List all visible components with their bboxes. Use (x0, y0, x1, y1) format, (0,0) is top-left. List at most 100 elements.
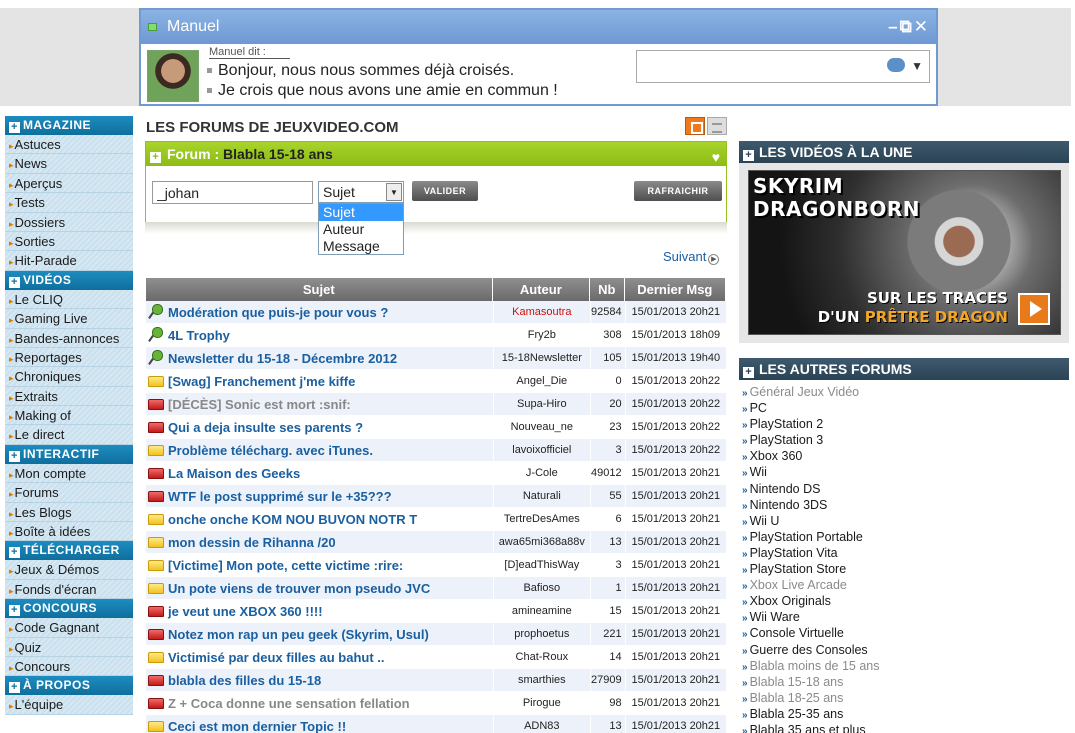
select-option[interactable]: Message (319, 238, 403, 255)
forum-link[interactable]: » Guerre des Consoles (742, 642, 1068, 658)
table-row[interactable]: mon dessin de Rihanna /20 awa65mi368a88v 1… (146, 531, 726, 554)
topic-subject-cell[interactable]: [DÉCÈS] Sonic est mort :snif: (146, 393, 493, 416)
column-header-subject[interactable]: Sujet (146, 278, 493, 301)
topic-subject[interactable]: Newsletter du 15-18 - Décembre 2012 (168, 351, 397, 366)
forum-link[interactable]: » PlayStation 3 (742, 432, 1068, 448)
table-row[interactable]: La Maison des Geeks J-Cole 49012 15/01/2013… (146, 462, 726, 485)
forum-link[interactable]: » Blabla moins de 15 ans (742, 658, 1068, 674)
topic-author[interactable]: Bafioso (492, 577, 591, 600)
forum-link[interactable]: » Blabla 18-25 ans (742, 690, 1068, 706)
topic-author[interactable]: Angel_Die (492, 370, 591, 393)
column-header-nb[interactable]: Nb (590, 278, 625, 301)
forum-link[interactable]: » Nintendo DS (742, 481, 1068, 497)
featured-video[interactable]: SKYRIM DRAGONBORN SUR LES TRACES D'UN PRÊT… (748, 170, 1061, 335)
heart-icon[interactable]: ♥ (712, 145, 720, 169)
forum-link[interactable]: » Xbox 360 (742, 448, 1068, 464)
topic-subject[interactable]: 4L Trophy (168, 328, 230, 343)
topic-subject-cell[interactable]: mon dessin de Rihanna /20 (146, 531, 493, 554)
table-row[interactable]: je veut une XBOX 360 !!!! amineamine 15 15/… (146, 600, 726, 623)
sidebar-item[interactable]: ▸Concours (5, 656, 133, 677)
play-icon[interactable] (1018, 293, 1050, 325)
table-row[interactable]: 4L Trophy Fry2b 308 15/01/2013 18h09 (146, 324, 726, 347)
topic-subject-cell[interactable]: Newsletter du 15-18 - Décembre 2012 (146, 347, 493, 370)
forum-link[interactable]: » Blabla 25-35 ans (742, 706, 1068, 722)
topic-subject[interactable]: [DÉCÈS] Sonic est mort :snif: (168, 397, 351, 412)
sidebar-section-header[interactable]: + CONCOURS (5, 599, 133, 619)
topic-subject-cell[interactable]: Z + Coca donne une sensation fellation (146, 692, 493, 715)
forum-link[interactable]: » Xbox Live Arcade (742, 577, 1068, 593)
layout-narrow-icon[interactable] (685, 117, 705, 135)
topic-author[interactable]: amineamine (492, 600, 591, 623)
topic-subject[interactable]: Un pote viens de trouver mon pseudo JVC (168, 581, 430, 596)
table-row[interactable]: Newsletter du 15-18 - Décembre 2012 15-18… (146, 347, 726, 370)
topic-author[interactable]: lavoixofficiel (492, 439, 591, 462)
topic-subject-cell[interactable]: [Victime] Mon pote, cette victime :rire: (146, 554, 493, 577)
forum-link[interactable]: » PlayStation 2 (742, 416, 1068, 432)
topic-subject-cell[interactable]: Notez mon rap un peu geek (Skyrim, Usul) (146, 623, 493, 646)
topic-subject-cell[interactable]: 4L Trophy (146, 324, 493, 347)
forum-link[interactable]: » Général Jeux Vidéo (742, 384, 1068, 400)
forum-link[interactable]: » Wii (742, 464, 1068, 480)
sidebar-item[interactable]: ▸Le direct (5, 425, 133, 445)
topic-author[interactable]: Nouveau_ne (492, 416, 591, 439)
forum-link[interactable]: » PC (742, 400, 1068, 416)
sidebar-item[interactable]: ▸Les Blogs (5, 502, 133, 523)
next-page-link[interactable]: Suivant ▶ (663, 249, 720, 265)
topic-subject-cell[interactable]: WTF le post supprimé sur le +35??? (146, 485, 493, 508)
sidebar-item[interactable]: ▸Hit-Parade (5, 251, 133, 271)
topic-subject-cell[interactable]: je veut une XBOX 360 !!!! (146, 600, 493, 623)
topic-author[interactable]: Naturali (492, 485, 591, 508)
sidebar-item[interactable]: ▸Sorties (5, 231, 133, 252)
topic-author[interactable]: TertreDesAmes (492, 508, 591, 531)
topic-subject[interactable]: blabla des filles du 15-18 (168, 673, 321, 688)
table-row[interactable]: [Victime] Mon pote, cette victime :rire:… (146, 554, 726, 577)
topic-author[interactable]: Kamasoutra (492, 301, 591, 324)
topic-subject[interactable]: Qui a deja insulte ses parents ? (168, 420, 363, 435)
forum-link[interactable]: » Xbox Originals (742, 593, 1068, 609)
select-option[interactable]: Auteur (319, 221, 403, 238)
topic-author[interactable]: J-Cole (492, 462, 591, 485)
refresh-button[interactable]: RAFRAICHIR (634, 181, 722, 201)
table-row[interactable]: Notez mon rap un peu geek (Skyrim, Usul)… (146, 623, 726, 646)
sidebar-item[interactable]: ▸News (5, 154, 133, 174)
topic-author[interactable]: Supa-Hiro (492, 393, 591, 416)
table-row[interactable]: Victimisé par deux filles au bahut .. Cha… (146, 646, 726, 669)
sidebar-item[interactable]: ▸Astuces (5, 135, 133, 155)
sidebar-item[interactable]: ▸Dossiers (5, 212, 133, 232)
topic-subject[interactable]: mon dessin de Rihanna /20 (168, 535, 336, 550)
sidebar-section-header[interactable]: + TÉLÉCHARGER (5, 541, 133, 561)
table-row[interactable]: WTF le post supprimé sur le +35??? Natura… (146, 485, 726, 508)
topic-subject[interactable]: Problème télécharg. avec iTunes. (168, 443, 373, 458)
topic-subject[interactable]: Victimisé par deux filles au bahut .. (168, 650, 385, 665)
topic-subject-cell[interactable]: blabla des filles du 15-18 (146, 669, 493, 692)
topic-subject[interactable]: Modération que puis-je pour vous ? (168, 305, 388, 320)
topic-subject[interactable]: WTF le post supprimé sur le +35??? (168, 489, 392, 504)
topic-author[interactable]: ADN83 (492, 715, 591, 733)
table-row[interactable]: Un pote viens de trouver mon pseudo JVC B… (146, 577, 726, 600)
topic-subject[interactable]: [Swag] Franchement j'me kiffe (168, 374, 355, 389)
sidebar-item[interactable]: ▸Bandes-annonces (5, 328, 133, 348)
chevron-down-icon[interactable]: ▼ (386, 183, 402, 201)
topic-subject[interactable]: [Victime] Mon pote, cette victime :rire: (168, 558, 403, 573)
sidebar-item[interactable]: ▸L'équipe (5, 695, 133, 715)
sidebar-item[interactable]: ▸Extraits (5, 386, 133, 407)
topic-author[interactable]: smarthies (492, 669, 591, 692)
topic-author[interactable]: prophoetus (492, 623, 591, 646)
sidebar-item[interactable]: ▸Le CLIQ (5, 289, 133, 310)
column-header-author[interactable]: Auteur (492, 278, 591, 301)
speech-bubble-icon[interactable] (887, 58, 905, 72)
table-row[interactable]: Modération que puis-je pour vous ? Kamaso… (146, 301, 726, 324)
select-option[interactable]: Sujet (319, 204, 403, 221)
table-row[interactable]: onche onche KOM NOU BUVON NOTR T TertreDe… (146, 508, 726, 531)
validate-button[interactable]: VALIDER (412, 181, 478, 201)
forum-link[interactable]: » Nintendo 3DS (742, 497, 1068, 513)
sidebar-item[interactable]: ▸Aperçus (5, 173, 133, 194)
forum-link[interactable]: » PlayStation Store (742, 561, 1068, 577)
topic-subject-cell[interactable]: Victimisé par deux filles au bahut .. (146, 646, 493, 669)
sidebar-item[interactable]: ▸Boîte à idées (5, 522, 133, 542)
search-type-select[interactable]: Sujet ▼ (318, 181, 404, 203)
table-row[interactable]: Z + Coca donne une sensation fellation Pi… (146, 692, 726, 715)
search-input[interactable] (152, 181, 313, 204)
table-row[interactable]: [Swag] Franchement j'me kiffe Angel_Die 0 1… (146, 370, 726, 393)
sidebar-item[interactable]: ▸Forums (5, 483, 133, 503)
